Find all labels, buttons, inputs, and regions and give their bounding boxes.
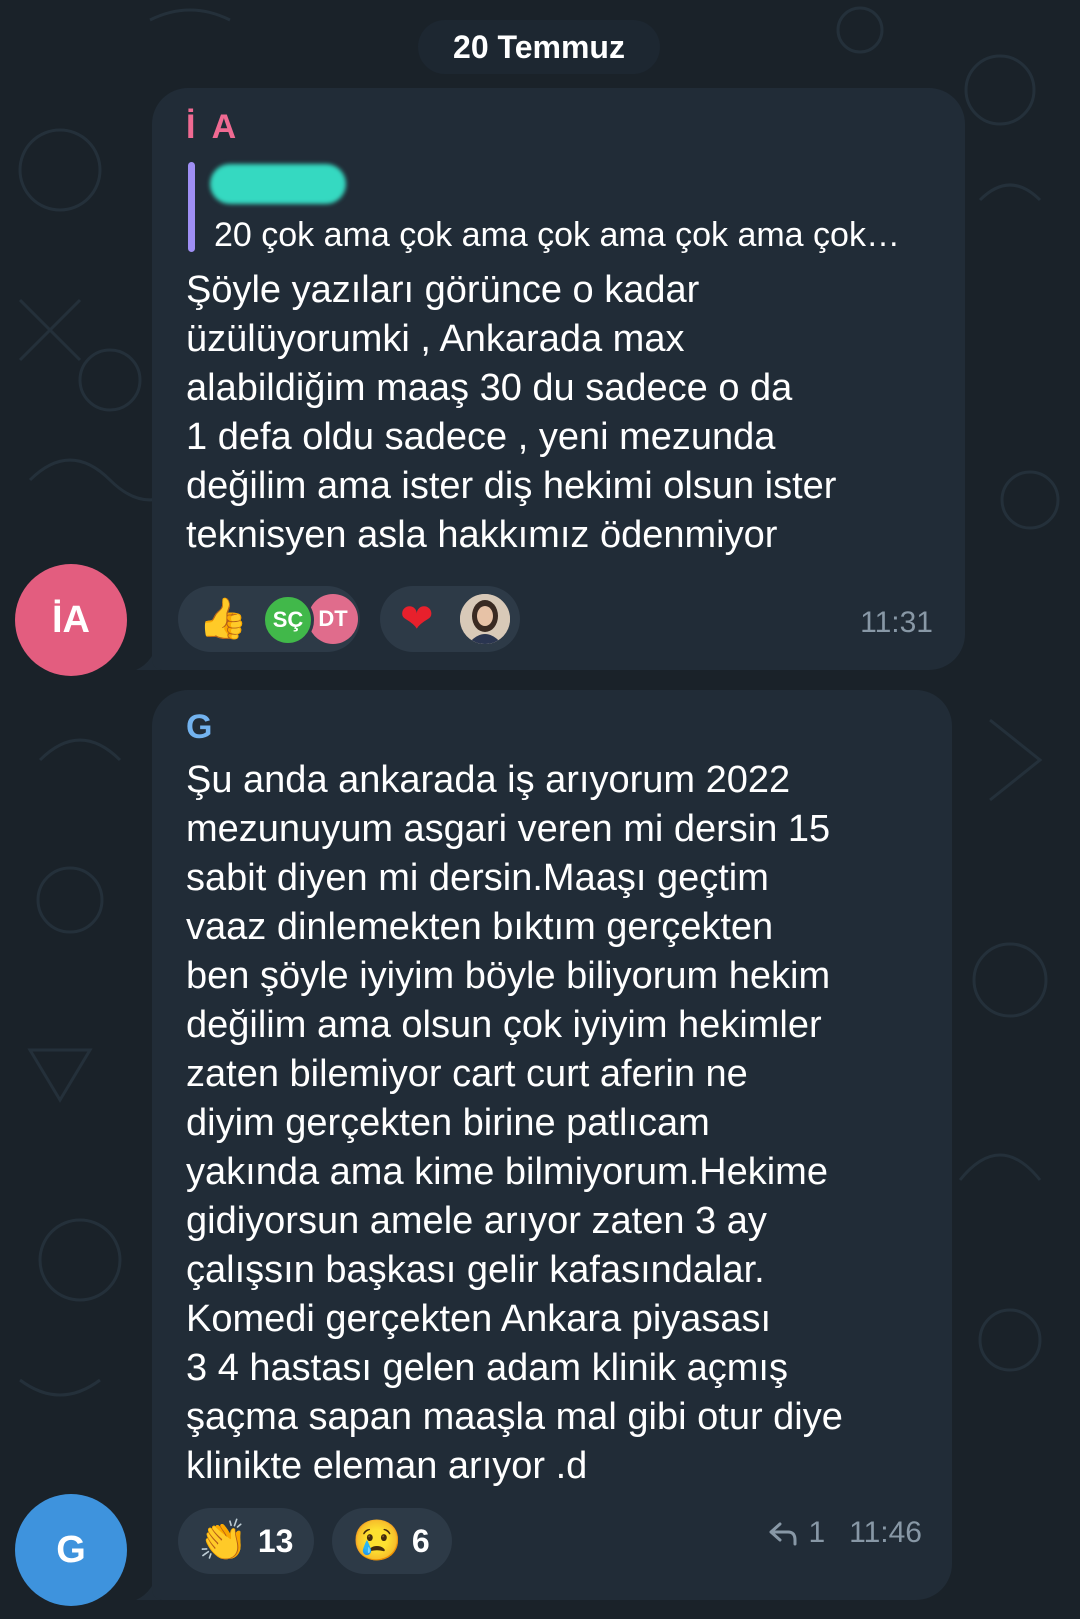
reaction-count: 13 [257, 1522, 294, 1559]
heart-icon: ❤ [400, 597, 434, 641]
message-bubble[interactable]: İ A 20 çok ama çok ama çok ama çok ama ç… [152, 88, 965, 670]
reactor-avatar: DT [308, 594, 358, 644]
sender-avatar-g[interactable]: G [15, 1494, 127, 1606]
date-separator: 20 Temmuz [418, 20, 660, 74]
reactor-photo-avatar [460, 594, 510, 644]
message-time: 11:31 [860, 606, 933, 639]
crying-face-icon: 😢 [352, 1519, 402, 1563]
message-text: Şu anda ankarada iş arıyorum 2022 mezunu… [186, 759, 843, 1487]
reaction-count: 6 [411, 1522, 430, 1559]
message-bubble[interactable]: G Şu anda ankarada iş arıyorum 2022 mezu… [152, 690, 952, 1600]
redacted-quote-author [210, 164, 346, 204]
reactor-avatar: SÇ [262, 594, 314, 646]
message-time: 11:46 [849, 1516, 922, 1549]
reaction-crying[interactable]: 😢 6 [332, 1508, 452, 1574]
reply-count[interactable]: 1 [808, 1516, 825, 1550]
reply-quote-text[interactable]: 20 çok ama çok ama çok ama çok ama çok… [214, 216, 900, 255]
sender-name[interactable]: G [186, 708, 212, 747]
thumbs-up-icon: 👍 [198, 597, 248, 641]
message-text: Şöyle yazıları görünce o kadar üzülüyoru… [186, 269, 837, 556]
message-meta: 1 11:46 [768, 1516, 922, 1550]
reaction-heart[interactable]: ❤ [380, 586, 520, 652]
reply-arrow-icon [769, 1522, 797, 1546]
reaction-thumbs-up[interactable]: 👍 DT SÇ [178, 586, 360, 652]
reply-quote-bar [188, 162, 195, 252]
sender-name[interactable]: İ A [186, 108, 240, 147]
reaction-clap[interactable]: 👏 13 [178, 1508, 314, 1574]
clapping-hands-icon: 👏 [198, 1519, 248, 1563]
sender-avatar-ia[interactable]: İA [15, 564, 127, 676]
